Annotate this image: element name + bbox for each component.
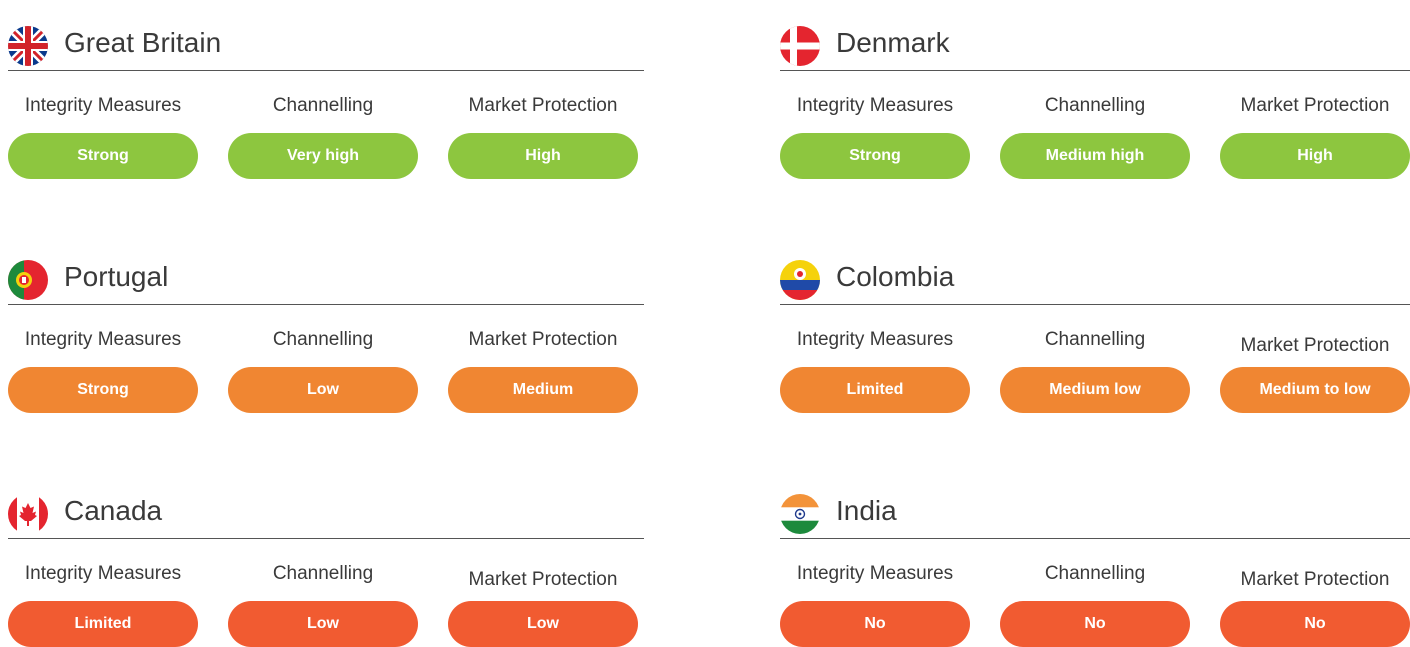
integrity-measures-label: Integrity Measures	[796, 329, 954, 350]
country-header: Colombia	[780, 248, 1410, 305]
market-protection-label: Market Protection	[468, 569, 618, 590]
channelling-label: Channelling	[272, 329, 374, 350]
channelling-badge: No	[1000, 601, 1190, 647]
country-header: Denmark	[780, 14, 1410, 71]
channelling-label: Channelling	[272, 95, 374, 116]
integrity-measures-badge: Limited	[8, 601, 198, 647]
market-protection-label: Market Protection	[1240, 569, 1390, 590]
gb-flag-icon	[8, 26, 48, 66]
metric-labels: Integrity Measures Channelling Market Pr…	[780, 305, 1410, 367]
integrity-measures-badge: Limited	[780, 367, 970, 413]
metric-labels: Integrity Measures Channelling Market Pr…	[780, 71, 1410, 133]
country-header: India	[780, 482, 1410, 539]
channelling-badge: Medium low	[1000, 367, 1190, 413]
integrity-measures-badge: No	[780, 601, 970, 647]
integrity-measures-label: Integrity Measures	[24, 95, 182, 116]
country-header: Great Britain	[8, 14, 644, 71]
market-protection-label: Market Protection	[1240, 95, 1390, 116]
integrity-measures-badge: Strong	[8, 133, 198, 179]
market-protection-badge: Medium to low	[1220, 367, 1410, 413]
metric-labels: Integrity Measures Channelling Market Pr…	[8, 539, 644, 601]
metric-labels: Integrity Measures Channelling Market Pr…	[780, 539, 1410, 601]
country-grid: Great Britain Integrity Measures Channel…	[0, 0, 1410, 647]
channelling-label: Channelling	[1044, 563, 1146, 584]
metric-labels: Integrity Measures Channelling Market Pr…	[8, 305, 644, 367]
channelling-badge: Low	[228, 601, 418, 647]
metric-values: Limited Medium low Medium to low	[780, 367, 1410, 413]
market-protection-label: Market Protection	[468, 95, 618, 116]
channelling-label: Channelling	[1044, 95, 1146, 116]
market-protection-badge: Medium	[448, 367, 638, 413]
integrity-measures-badge: Strong	[8, 367, 198, 413]
country-name: India	[836, 495, 897, 526]
dk-flag-icon	[780, 26, 820, 66]
metric-values: Strong Medium high High	[780, 133, 1410, 179]
country-card-denmark: Denmark Integrity Measures Channelling M…	[780, 14, 1410, 179]
integrity-measures-label: Integrity Measures	[796, 563, 954, 584]
country-header: Portugal	[8, 248, 644, 305]
country-name: Denmark	[836, 27, 950, 58]
metric-values: Strong Very high High	[8, 133, 644, 179]
integrity-measures-label: Integrity Measures	[24, 329, 182, 350]
market-protection-label: Market Protection	[1240, 335, 1390, 356]
country-name: Portugal	[64, 261, 169, 292]
metric-values: Limited Low Low	[8, 601, 644, 647]
integrity-measures-label: Integrity Measures	[796, 95, 954, 116]
market-protection-badge: No	[1220, 601, 1410, 647]
country-header: Canada	[8, 482, 644, 539]
co-flag-icon	[780, 260, 820, 300]
channelling-badge: Medium high	[1000, 133, 1190, 179]
country-card-canada: Canada Integrity Measures Channelling Ma…	[8, 482, 644, 647]
country-card-colombia: Colombia Integrity Measures Channelling …	[780, 248, 1410, 413]
country-card-great-britain: Great Britain Integrity Measures Channel…	[8, 14, 644, 179]
market-protection-badge: Low	[448, 601, 638, 647]
in-flag-icon	[780, 494, 820, 534]
integrity-measures-label: Integrity Measures	[24, 563, 182, 584]
channelling-label: Channelling	[272, 563, 374, 584]
metric-values: Strong Low Medium	[8, 367, 644, 413]
country-card-india: India Integrity Measures Channelling Mar…	[780, 482, 1410, 647]
integrity-measures-badge: Strong	[780, 133, 970, 179]
country-card-portugal: Portugal Integrity Measures Channelling …	[8, 248, 644, 413]
market-protection-badge: High	[448, 133, 638, 179]
metric-labels: Integrity Measures Channelling Market Pr…	[8, 71, 644, 133]
country-name: Great Britain	[64, 27, 222, 58]
channelling-badge: Very high	[228, 133, 418, 179]
channelling-badge: Low	[228, 367, 418, 413]
pt-flag-icon	[8, 260, 48, 300]
country-name: Canada	[64, 495, 163, 526]
market-protection-badge: High	[1220, 133, 1410, 179]
metric-values: No No No	[780, 601, 1410, 647]
country-name: Colombia	[836, 261, 955, 292]
market-protection-label: Market Protection	[468, 329, 618, 350]
ca-flag-icon	[8, 494, 48, 534]
channelling-label: Channelling	[1044, 329, 1146, 350]
